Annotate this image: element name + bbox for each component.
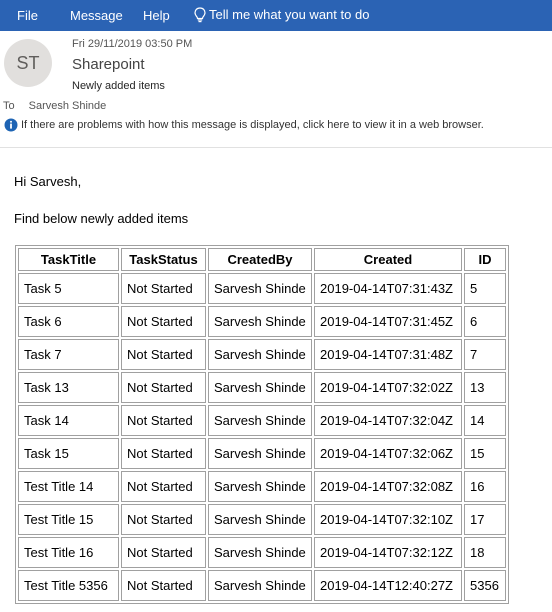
table-row: Task 6 Not Started Sarvesh Shinde 2019-0… bbox=[18, 306, 506, 337]
sender-name[interactable]: Sharepoint bbox=[72, 56, 145, 73]
cell-id: 13 bbox=[464, 372, 506, 403]
cell-createdby: Sarvesh Shinde bbox=[208, 471, 312, 502]
cell-taskstatus: Not Started bbox=[121, 570, 206, 601]
cell-createdby: Sarvesh Shinde bbox=[208, 438, 312, 469]
tab-help[interactable]: Help bbox=[143, 8, 170, 23]
cell-created: 2019-04-14T07:32:08Z bbox=[314, 471, 462, 502]
table-header-row: TaskTitle TaskStatus CreatedBy Created I… bbox=[18, 248, 506, 271]
greeting: Hi Sarvesh, bbox=[14, 174, 82, 189]
table-row: Test Title 5356 Not Started Sarvesh Shin… bbox=[18, 570, 506, 601]
to-label: To bbox=[3, 100, 15, 112]
cell-taskstatus: Not Started bbox=[121, 306, 206, 337]
cell-created: 2019-04-14T07:32:06Z bbox=[314, 438, 462, 469]
cell-created: 2019-04-14T07:31:48Z bbox=[314, 339, 462, 370]
cell-id: 17 bbox=[464, 504, 506, 535]
cell-tasktitle: Test Title 15 bbox=[18, 504, 119, 535]
cell-createdby: Sarvesh Shinde bbox=[208, 537, 312, 568]
cell-created: 2019-04-14T07:32:12Z bbox=[314, 537, 462, 568]
cell-created: 2019-04-14T07:31:43Z bbox=[314, 273, 462, 304]
info-icon bbox=[4, 118, 18, 132]
cell-id: 14 bbox=[464, 405, 506, 436]
cell-tasktitle: Test Title 14 bbox=[18, 471, 119, 502]
cell-created: 2019-04-14T07:32:02Z bbox=[314, 372, 462, 403]
cell-taskstatus: Not Started bbox=[121, 273, 206, 304]
ribbon: File Message Help Tell me what you want … bbox=[0, 0, 552, 31]
to-row: To Sarvesh Shinde bbox=[3, 100, 106, 112]
cell-createdby: Sarvesh Shinde bbox=[208, 570, 312, 601]
cell-id: 15 bbox=[464, 438, 506, 469]
cell-created: 2019-04-14T07:32:04Z bbox=[314, 405, 462, 436]
cell-id: 16 bbox=[464, 471, 506, 502]
cell-tasktitle: Test Title 5356 bbox=[18, 570, 119, 601]
message-subject: Newly added items bbox=[72, 80, 165, 92]
cell-createdby: Sarvesh Shinde bbox=[208, 405, 312, 436]
message-date: Fri 29/11/2019 03:50 PM bbox=[72, 38, 193, 50]
cell-createdby: Sarvesh Shinde bbox=[208, 306, 312, 337]
cell-taskstatus: Not Started bbox=[121, 372, 206, 403]
info-bar[interactable]: If there are problems with how this mess… bbox=[4, 118, 484, 132]
cell-taskstatus: Not Started bbox=[121, 471, 206, 502]
cell-createdby: Sarvesh Shinde bbox=[208, 273, 312, 304]
table-row: Task 7 Not Started Sarvesh Shinde 2019-0… bbox=[18, 339, 506, 370]
items-table: TaskTitle TaskStatus CreatedBy Created I… bbox=[15, 245, 509, 604]
divider bbox=[0, 147, 552, 148]
cell-created: 2019-04-14T12:40:27Z bbox=[314, 570, 462, 601]
header-tasktitle: TaskTitle bbox=[18, 248, 119, 271]
cell-id: 5 bbox=[464, 273, 506, 304]
lightbulb-icon bbox=[194, 6, 206, 22]
intro-text: Find below newly added items bbox=[14, 211, 189, 226]
cell-taskstatus: Not Started bbox=[121, 339, 206, 370]
tell-me-label: Tell me what you want to do bbox=[209, 7, 370, 23]
cell-taskstatus: Not Started bbox=[121, 537, 206, 568]
table-row: Test Title 14 Not Started Sarvesh Shinde… bbox=[18, 471, 506, 502]
tab-message[interactable]: Message bbox=[70, 8, 123, 23]
header-taskstatus: TaskStatus bbox=[121, 248, 206, 271]
cell-tasktitle: Test Title 16 bbox=[18, 537, 119, 568]
cell-created: 2019-04-14T07:32:10Z bbox=[314, 504, 462, 535]
table-row: Test Title 16 Not Started Sarvesh Shinde… bbox=[18, 537, 506, 568]
table-row: Task 15 Not Started Sarvesh Shinde 2019-… bbox=[18, 438, 506, 469]
cell-id: 7 bbox=[464, 339, 506, 370]
header-createdby: CreatedBy bbox=[208, 248, 312, 271]
cell-tasktitle: Task 14 bbox=[18, 405, 119, 436]
table-row: Test Title 15 Not Started Sarvesh Shinde… bbox=[18, 504, 506, 535]
cell-created: 2019-04-14T07:31:45Z bbox=[314, 306, 462, 337]
info-text: If there are problems with how this mess… bbox=[21, 119, 484, 131]
cell-createdby: Sarvesh Shinde bbox=[208, 372, 312, 403]
cell-tasktitle: Task 6 bbox=[18, 306, 119, 337]
cell-createdby: Sarvesh Shinde bbox=[208, 504, 312, 535]
cell-id: 5356 bbox=[464, 570, 506, 601]
cell-tasktitle: Task 7 bbox=[18, 339, 119, 370]
cell-tasktitle: Task 15 bbox=[18, 438, 119, 469]
table-row: Task 13 Not Started Sarvesh Shinde 2019-… bbox=[18, 372, 506, 403]
table-row: Task 14 Not Started Sarvesh Shinde 2019-… bbox=[18, 405, 506, 436]
cell-tasktitle: Task 13 bbox=[18, 372, 119, 403]
cell-taskstatus: Not Started bbox=[121, 405, 206, 436]
table-row: Task 5 Not Started Sarvesh Shinde 2019-0… bbox=[18, 273, 506, 304]
cell-tasktitle: Task 5 bbox=[18, 273, 119, 304]
cell-id: 6 bbox=[464, 306, 506, 337]
cell-createdby: Sarvesh Shinde bbox=[208, 339, 312, 370]
cell-taskstatus: Not Started bbox=[121, 438, 206, 469]
cell-taskstatus: Not Started bbox=[121, 504, 206, 535]
tab-file[interactable]: File bbox=[17, 8, 38, 23]
recipient-name[interactable]: Sarvesh Shinde bbox=[29, 100, 107, 112]
header-created: Created bbox=[314, 248, 462, 271]
tell-me-search[interactable]: Tell me what you want to do bbox=[194, 6, 369, 23]
avatar: ST bbox=[4, 39, 52, 87]
cell-id: 18 bbox=[464, 537, 506, 568]
header-id: ID bbox=[464, 248, 506, 271]
